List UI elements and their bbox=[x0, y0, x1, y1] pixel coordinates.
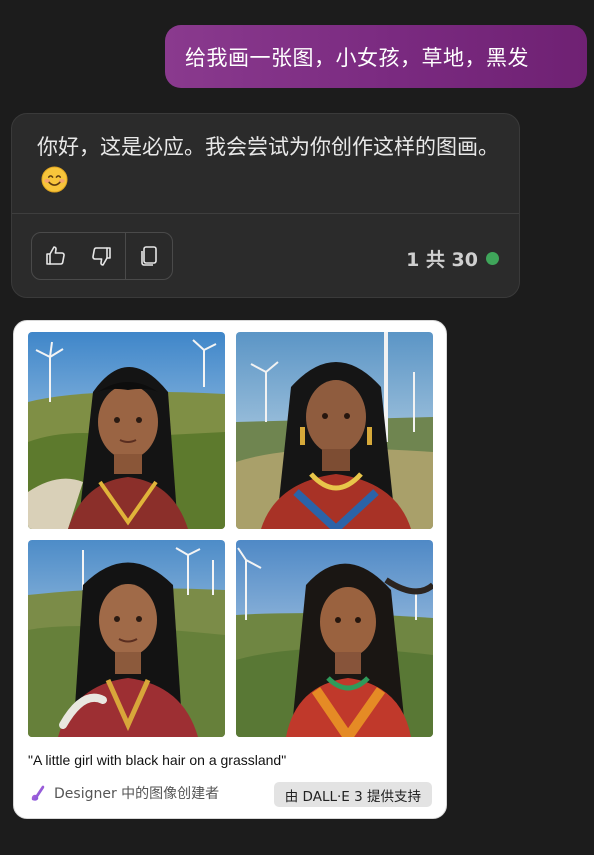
designer-logo-icon bbox=[31, 785, 45, 801]
bot-message-body: 你好，这是必应。我会尝试为你创作这样的图画。 bbox=[37, 130, 507, 198]
designer-label: Designer 中的图像创建者 bbox=[54, 786, 220, 802]
response-counter: 1 共 30 bbox=[406, 245, 499, 272]
thumbs-down-button[interactable] bbox=[79, 233, 126, 279]
bot-message-card: 你好，这是必应。我会尝试为你创作这样的图画。 1 共 30 bbox=[11, 113, 520, 298]
girl-portrait-image bbox=[236, 332, 433, 529]
status-dot bbox=[486, 252, 499, 265]
image-result-card: "A little girl with black hair on a gras… bbox=[13, 320, 447, 819]
copy-icon bbox=[141, 246, 157, 266]
smiling-face-icon bbox=[41, 166, 68, 193]
user-message-text: 给我画一张图，小女孩，草地，黑发 bbox=[185, 45, 529, 70]
generated-image-4[interactable] bbox=[236, 540, 433, 737]
copy-button[interactable] bbox=[125, 233, 172, 279]
response-counter-text: 1 共 30 bbox=[406, 249, 478, 271]
user-message-bubble: 给我画一张图，小女孩，草地，黑发 bbox=[165, 25, 587, 88]
image-caption: "A little girl with black hair on a gras… bbox=[28, 752, 287, 768]
chat-page: 给我画一张图，小女孩，草地，黑发 你好，这是必应。我会尝试为你创作这样的图画。 bbox=[0, 0, 594, 855]
designer-link[interactable]: Designer 中的图像创建者 bbox=[28, 783, 219, 803]
bot-message-text: 你好，这是必应。我会尝试为你创作这样的图画。 bbox=[37, 135, 499, 159]
girl-portrait-image bbox=[28, 540, 225, 737]
girl-portrait-image bbox=[28, 332, 225, 529]
provider-badge: 由 DALL·E 3 提供支持 bbox=[273, 782, 432, 807]
bot-card-divider bbox=[12, 213, 519, 214]
generated-image-1[interactable] bbox=[28, 332, 225, 529]
thumbs-up-button[interactable] bbox=[32, 233, 79, 279]
thumbs-up-icon bbox=[46, 246, 66, 265]
thumbs-down-icon bbox=[92, 247, 112, 266]
generated-image-3[interactable] bbox=[28, 540, 225, 737]
girl-portrait-image bbox=[236, 540, 433, 737]
feedback-actions bbox=[31, 232, 173, 280]
generated-image-2[interactable] bbox=[236, 332, 433, 529]
